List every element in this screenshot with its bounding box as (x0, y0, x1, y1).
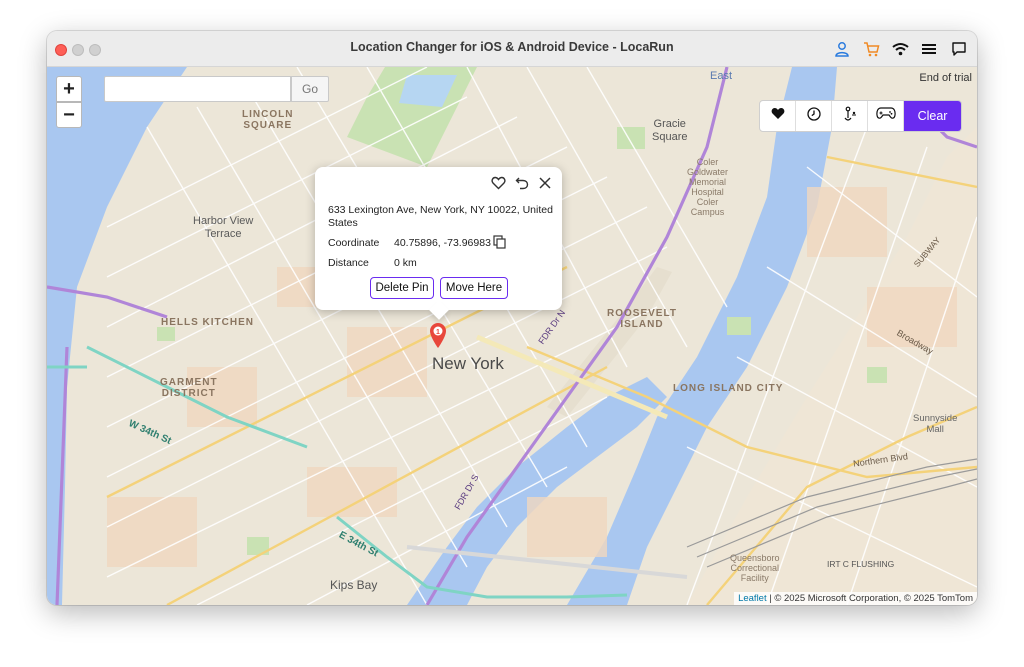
multi-stop-icon (842, 106, 858, 127)
history-button[interactable] (796, 101, 832, 131)
joystick-mode-button[interactable] (868, 101, 904, 131)
undo-icon (515, 176, 529, 195)
chat-icon[interactable] (949, 39, 969, 59)
map-mode-toolbar: Clear (759, 100, 962, 132)
location-search-input[interactable] (104, 76, 291, 102)
map-label-east: East (710, 70, 733, 82)
clear-button[interactable]: Clear (904, 101, 961, 131)
map-label-gracie-square: Gracie Square (652, 118, 688, 143)
map-label-queensboro-facility: Queensboro Correctional Facility (730, 553, 780, 583)
map-label-coler-hospital: Coler Goldwater Memorial Hospital Coler … (687, 157, 729, 217)
map-label-new-york: New York (432, 354, 504, 373)
map-label-kips-bay: Kips Bay (330, 578, 378, 592)
favorites-button[interactable] (760, 101, 796, 131)
distance-value: 0 km (394, 257, 417, 269)
zoom-out-button[interactable]: − (56, 102, 82, 128)
map-view[interactable]: New York LINCOLN SQUARE Harbor View Terr… (47, 67, 977, 605)
map-label-hells-kitchen: HELLS KITCHEN (161, 317, 254, 328)
coordinate-label: Coordinate (328, 237, 380, 249)
delete-pin-button[interactable]: Delete Pin (370, 277, 434, 299)
map-tiles (47, 67, 977, 605)
close-icon (539, 176, 551, 194)
copy-coordinate-button[interactable] (493, 235, 507, 249)
undo-button[interactable] (514, 177, 530, 193)
location-popup: 633 Lexington Ave, New York, NY 10022, U… (315, 167, 562, 320)
coordinate-value: 40.75896, -73.96983 (394, 237, 491, 249)
map-pin-icon: 1 (428, 323, 448, 353)
map-label-irt-flushing: IRT C FLUSHING (827, 559, 895, 569)
map-label-garment-district: GARMENT DISTRICT (160, 377, 218, 399)
go-button[interactable]: Go (291, 76, 329, 102)
popup-address: 633 Lexington Ave, New York, NY 10022, U… (328, 204, 553, 229)
user-icon[interactable] (832, 39, 852, 59)
multi-stop-route-button[interactable] (832, 101, 868, 131)
map-label-sunnyside-mall: Sunnyside Mall (913, 413, 958, 435)
leaflet-link[interactable]: Leaflet (738, 593, 767, 604)
svg-text:1: 1 (436, 329, 440, 336)
cart-icon[interactable] (861, 39, 881, 59)
move-here-button[interactable]: Move Here (440, 277, 508, 299)
close-popup-button[interactable] (537, 177, 553, 193)
trial-status: End of trial (919, 72, 972, 84)
title-bar: Location Changer for iOS & Android Devic… (47, 31, 977, 67)
favorite-location-button[interactable] (490, 176, 506, 195)
copy-icon (493, 235, 506, 253)
distance-label: Distance (328, 257, 369, 269)
map-label-roosevelt-island: ROOSEVELT ISLAND (607, 308, 677, 330)
location-pin[interactable]: 1 (428, 321, 448, 349)
map-attribution: Leaflet | © 2025 Microsoft Corporation, … (734, 592, 977, 605)
app-window: Location Changer for iOS & Android Devic… (47, 31, 977, 605)
heart-outline-icon (490, 176, 506, 195)
clock-icon (806, 106, 821, 126)
gamepad-icon (875, 107, 896, 125)
wifi-icon[interactable] (890, 39, 910, 59)
attribution-text: | © 2025 Microsoft Corporation, © 2025 T… (766, 593, 973, 604)
heart-icon (771, 107, 785, 125)
map-label-lincoln-square: LINCOLN SQUARE (242, 109, 294, 131)
zoom-in-button[interactable]: + (56, 76, 82, 102)
map-label-harbor-view: Harbor View Terrace (193, 215, 254, 240)
menu-icon[interactable] (919, 39, 939, 59)
map-label-long-island-city: LONG ISLAND CITY (673, 383, 784, 394)
